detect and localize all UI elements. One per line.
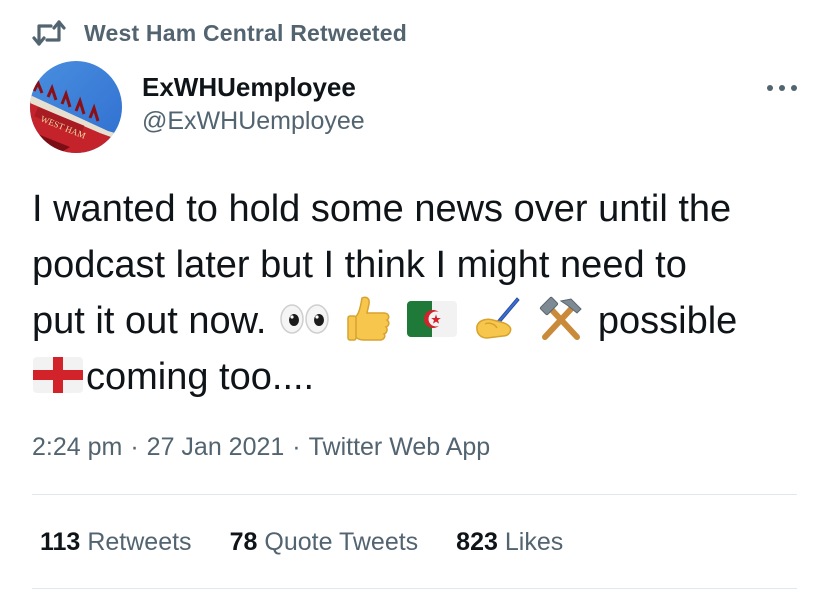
eyes-icon (280, 304, 329, 334)
retweets-label: Retweets (87, 528, 192, 556)
avatar[interactable]: WEST HAM (30, 61, 122, 153)
tweet-line: podcast later but I think I might need t… (32, 244, 687, 286)
tweet-date[interactable]: 27 Jan 2021 (147, 430, 285, 464)
engagement-stats: 113 Retweets 78 Quote Tweets 823 Likes (40, 525, 601, 559)
tweet-time[interactable]: 2:24 pm (32, 430, 122, 464)
author-block[interactable]: ExWHUemployee @ExWHUemployee (142, 70, 365, 138)
retweets-count: 113 (40, 528, 81, 556)
likes-stat[interactable]: 823 Likes (456, 525, 563, 559)
hammer-and-pick-icon (540, 296, 583, 340)
tweet-source[interactable]: Twitter Web App (309, 430, 491, 464)
display-name[interactable]: ExWHUemployee (142, 70, 365, 104)
thumbs-up-icon (346, 296, 390, 341)
meta-separator: · (130, 433, 139, 461)
retweet-context[interactable]: West Ham Central Retweeted (32, 18, 407, 48)
retweet-icon (32, 20, 66, 46)
algeria-flag-icon (407, 300, 458, 337)
user-handle[interactable]: @ExWHUemployee (142, 104, 365, 138)
retweets-stat[interactable]: 113 Retweets (40, 525, 192, 559)
quote-tweets-count: 78 (229, 528, 258, 556)
tweet-text-segment: coming too.... (86, 356, 315, 398)
divider (32, 588, 797, 589)
tweet-metadata: 2:24 pm · 27 Jan 2021 · Twitter Web App (32, 430, 490, 464)
tweet-detail: West Ham Central Retweeted WEST HAM ExWH… (0, 0, 827, 595)
england-flag-icon (33, 356, 83, 393)
tweet-line: I wanted to hold some news over until th… (32, 188, 732, 230)
more-icon (767, 85, 797, 91)
tweet-text: I wanted to hold some news over until th… (32, 181, 807, 405)
tweet-text-segment: put it out now. (32, 300, 267, 342)
writing-hand-icon (475, 297, 520, 339)
meta-separator: · (292, 433, 301, 461)
quote-tweets-label: Quote Tweets (264, 528, 419, 556)
tweet-line: coming too.... (32, 349, 807, 405)
stadium-avatar: WEST HAM (30, 61, 122, 153)
quote-tweets-stat[interactable]: 78 Quote Tweets (230, 525, 419, 559)
likes-label: Likes (504, 528, 564, 556)
likes-count: 823 (456, 528, 498, 556)
tweet-text-segment: possible (597, 300, 738, 342)
more-options-button[interactable] (762, 76, 802, 100)
divider (32, 494, 797, 495)
retweet-label: West Ham Central Retweeted (84, 19, 408, 46)
tweet-line: put it out now. possible (32, 293, 807, 349)
